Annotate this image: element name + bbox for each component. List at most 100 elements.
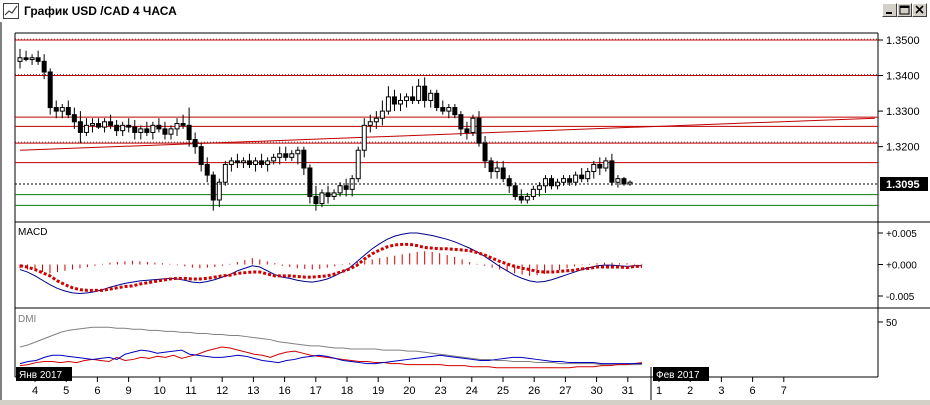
candle-body [89, 123, 95, 126]
candle-body [391, 96, 397, 105]
candle-body [585, 171, 591, 180]
trendline [19, 117, 875, 151]
candle-body [77, 121, 83, 133]
candle-body [265, 160, 271, 165]
candle-body [132, 126, 138, 133]
candle-body [536, 185, 542, 190]
candle-body [440, 107, 446, 112]
day-label: 25 [497, 385, 509, 397]
month-label: Фев 2017 [656, 370, 700, 381]
candle-body [120, 124, 126, 132]
minimize-button[interactable] [882, 3, 897, 17]
candle-body [277, 153, 283, 158]
candle-body [17, 57, 23, 62]
candle-body [591, 163, 597, 173]
price-label: 1.3400 [886, 71, 920, 83]
candle-body [379, 110, 385, 119]
candle-body [108, 121, 114, 126]
candle-body [313, 195, 319, 205]
day-label: 26 [528, 385, 540, 397]
candle-body [548, 178, 554, 187]
close-button[interactable] [912, 3, 927, 17]
candle-body [524, 195, 530, 201]
day-label: 24 [466, 385, 478, 397]
macd-axis-label: +0.005 [886, 229, 917, 240]
candle-body [567, 178, 573, 183]
day-label: 13 [247, 385, 259, 397]
candle-body [180, 123, 186, 126]
candle-body [198, 146, 204, 165]
candle-body [530, 188, 536, 197]
price-chart[interactable]: 1.3500 1.3400 1.3300 1.3200 1.3095 MACD +0.… [2, 22, 930, 400]
day-label: 12 [216, 385, 228, 397]
window-title: График USD /CAD 4 ЧАСА [24, 4, 177, 18]
candle-body [83, 124, 89, 133]
candle-body [482, 142, 488, 162]
candle-body [458, 114, 464, 130]
candlesticks [17, 48, 633, 211]
current-price-tag: 1.3095 [880, 177, 928, 191]
candle-body [234, 160, 240, 164]
candle-body [361, 124, 367, 151]
candle-body [138, 128, 144, 133]
restore-button[interactable] [897, 3, 912, 17]
dmi-label: DMI [18, 314, 36, 325]
candle-body [174, 123, 180, 130]
current-price-label: 1.3095 [886, 179, 920, 191]
candle-body [446, 107, 452, 112]
candle-body [573, 174, 579, 183]
candle-body [355, 149, 361, 180]
candle-body [240, 160, 246, 164]
candle-body [192, 139, 198, 148]
candle-body [319, 192, 325, 205]
candle-body [53, 107, 59, 112]
dmi-panel: DMI 50 [14, 308, 898, 377]
day-label: 5 [63, 385, 69, 397]
day-label: 18 [341, 385, 353, 397]
day-label: 31 [622, 385, 634, 397]
candle-body [385, 96, 391, 112]
day-label: 27 [559, 385, 571, 397]
day-label: 6 [94, 385, 100, 397]
chart-area[interactable]: 1.3500 1.3400 1.3300 1.3200 1.3095 MACD +0.… [0, 22, 930, 400]
candle-body [307, 167, 313, 197]
window-titlebar[interactable]: График USD /CAD 4 ЧАСА [0, 0, 930, 23]
candle-body [295, 149, 301, 155]
candle-body [518, 195, 524, 201]
month-tags: Янв 2017 Фев 2017 [16, 367, 709, 400]
candle-body [301, 149, 307, 169]
candle-body [210, 174, 216, 201]
candle-body [434, 92, 440, 109]
day-label: 20 [403, 385, 415, 397]
macd-panel: MACD +0.005 +0.000 -0.005 [14, 222, 917, 308]
candle-body [561, 178, 567, 183]
candle-body [422, 85, 428, 101]
macd-axis: +0.005 +0.000 -0.005 [878, 229, 917, 303]
candle-body [65, 107, 71, 116]
candle-body [35, 57, 41, 62]
candle-body [494, 167, 500, 173]
candle-body [259, 160, 265, 165]
day-label: 11 [185, 385, 196, 397]
candle-body [470, 117, 476, 133]
day-label: 23 [434, 385, 446, 397]
minus-di-line [19, 349, 642, 365]
candle-body [542, 178, 548, 187]
candle-body [609, 160, 615, 183]
minimize-icon [886, 12, 892, 14]
candle-body [367, 121, 373, 126]
candle-body [96, 123, 102, 128]
candle-body [126, 124, 132, 128]
candle-body [29, 57, 35, 61]
candle-body [168, 128, 174, 135]
candle-body [579, 174, 585, 180]
candle-body [156, 124, 162, 130]
candle-body [416, 85, 422, 101]
price-label: 1.3500 [886, 35, 920, 47]
day-label: 3 [718, 385, 724, 397]
candle-body [464, 128, 470, 133]
day-label: 1 [656, 385, 662, 397]
candle-body [289, 153, 295, 158]
candle-body [186, 124, 192, 141]
macd-axis-label: -0.005 [886, 292, 915, 303]
